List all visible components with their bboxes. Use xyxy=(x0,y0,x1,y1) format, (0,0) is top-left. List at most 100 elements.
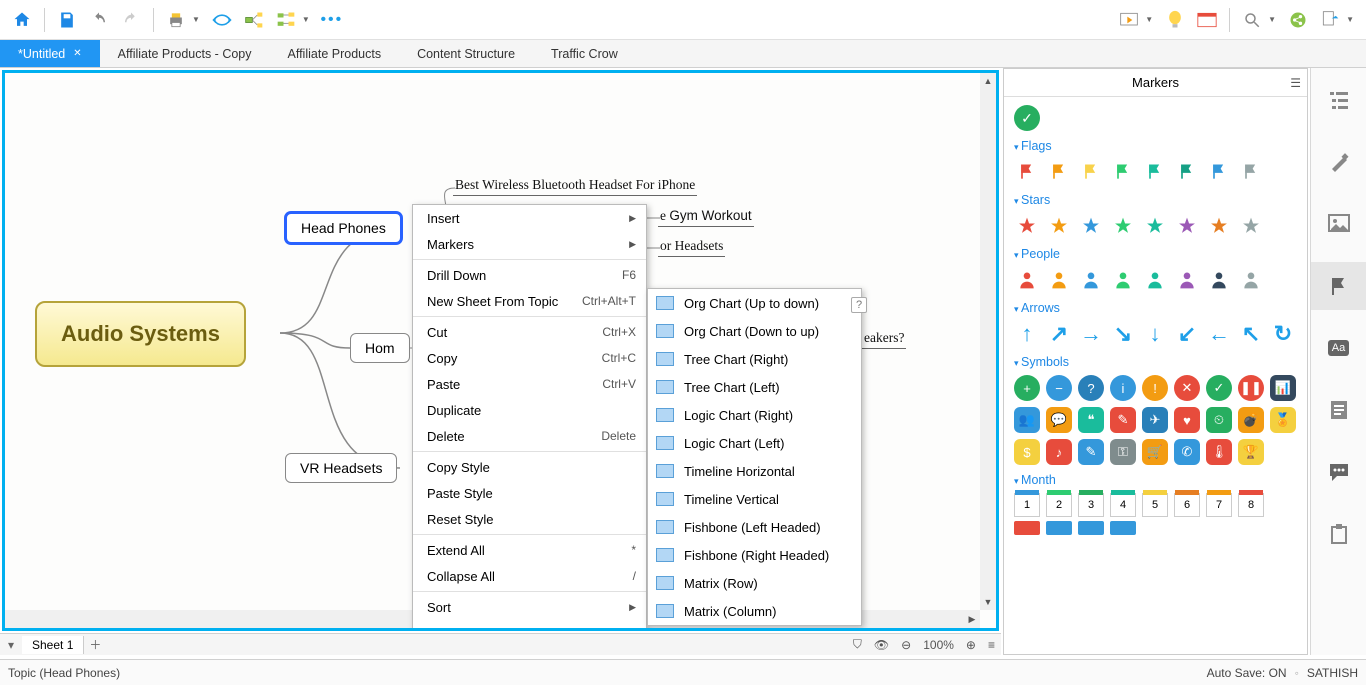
sidetab-outline[interactable] xyxy=(1311,76,1366,124)
section-flags[interactable]: Flags xyxy=(1014,139,1297,153)
print-icon[interactable] xyxy=(162,6,190,34)
help-icon[interactable]: ? xyxy=(851,297,867,313)
marker-symbol[interactable]: 💬 xyxy=(1046,407,1072,433)
marker-star[interactable] xyxy=(1046,213,1072,239)
marker-month-bar[interactable] xyxy=(1110,521,1136,535)
sheet-menu-icon[interactable]: ▾ xyxy=(0,638,22,652)
marker-star[interactable] xyxy=(1206,213,1232,239)
tab-affiliate[interactable]: Affiliate Products xyxy=(270,40,400,67)
tab-traffic-crow[interactable]: Traffic Crow xyxy=(533,40,636,67)
layout1-icon[interactable] xyxy=(240,6,268,34)
tab-content-structure[interactable]: Content Structure xyxy=(399,40,533,67)
ctx-paste[interactable]: PasteCtrl+V xyxy=(413,371,646,397)
marker-arrow[interactable]: ↙ xyxy=(1174,321,1200,347)
marker-star[interactable] xyxy=(1238,213,1264,239)
ctx-copy-style[interactable]: Copy Style xyxy=(413,454,646,480)
node-hometheater[interactable]: Hom xyxy=(350,333,410,363)
section-symbols[interactable]: Symbols xyxy=(1014,355,1297,369)
search-icon[interactable] xyxy=(1238,6,1266,34)
marker-symbol[interactable]: 🌡 xyxy=(1206,439,1232,465)
ctx-delete[interactable]: DeleteDelete xyxy=(413,423,646,449)
marker-arrow[interactable]: ← xyxy=(1206,321,1232,347)
sheet-tab[interactable]: Sheet 1 xyxy=(22,636,84,654)
structure-tree-chart-left-[interactable]: Tree Chart (Left) xyxy=(648,373,861,401)
marker-flag[interactable] xyxy=(1142,159,1168,185)
add-sheet-icon[interactable]: ＋ xyxy=(84,636,106,653)
structure-fishbone-left-headed-[interactable]: Fishbone (Left Headed) xyxy=(648,513,861,541)
marker-symbol[interactable]: ♪ xyxy=(1046,439,1072,465)
panel-settings-icon[interactable]: ☰ xyxy=(1290,76,1301,90)
ctx-sort[interactable]: Sort▶ xyxy=(413,594,646,620)
marker-month[interactable]: 6 xyxy=(1174,493,1200,517)
ctx-insert[interactable]: Insert▶ xyxy=(413,205,646,231)
marker-person[interactable] xyxy=(1174,267,1200,293)
marker-month[interactable]: 1 xyxy=(1014,493,1040,517)
sidetab-markers[interactable] xyxy=(1311,262,1366,310)
marker-symbol[interactable]: $ xyxy=(1014,439,1040,465)
marker-symbol[interactable]: 👥 xyxy=(1014,407,1040,433)
marker-arrow[interactable]: ↗ xyxy=(1046,321,1072,347)
dropdown-icon[interactable]: ▼ xyxy=(302,15,310,24)
subnode[interactable]: e Gym Workout xyxy=(658,206,754,227)
marker-symbol[interactable]: + xyxy=(1014,375,1040,401)
marker-person[interactable] xyxy=(1046,267,1072,293)
marker-flag[interactable] xyxy=(1046,159,1072,185)
zoom-in-icon[interactable]: ⊕ xyxy=(960,638,982,652)
sidetab-font[interactable]: Aa xyxy=(1311,324,1366,372)
marker-symbol[interactable]: − xyxy=(1046,375,1072,401)
marker-person[interactable] xyxy=(1110,267,1136,293)
marker-arrow[interactable]: → xyxy=(1078,321,1104,347)
dropdown-icon[interactable]: ▼ xyxy=(1346,15,1354,24)
marker-symbol[interactable]: ❝ xyxy=(1078,407,1104,433)
marker-symbol[interactable]: ✕ xyxy=(1174,375,1200,401)
structure-fishbone-right-headed-[interactable]: Fishbone (Right Headed) xyxy=(648,541,861,569)
marker-symbol[interactable]: 💣 xyxy=(1238,407,1264,433)
undo-icon[interactable] xyxy=(85,6,113,34)
marker-star[interactable] xyxy=(1174,213,1200,239)
section-arrows[interactable]: Arrows xyxy=(1014,301,1297,315)
marker-flag[interactable] xyxy=(1238,159,1264,185)
marker-symbol[interactable]: ! xyxy=(1142,375,1168,401)
save-icon[interactable] xyxy=(53,6,81,34)
subnode[interactable]: Best Wireless Bluetooth Headset For iPho… xyxy=(453,175,697,196)
ctx-copy[interactable]: CopyCtrl+C xyxy=(413,345,646,371)
sidetab-comments[interactable] xyxy=(1311,448,1366,496)
marker-flag[interactable] xyxy=(1206,159,1232,185)
sidetab-format[interactable] xyxy=(1311,138,1366,186)
ctx-collapse-all[interactable]: Collapse All/ xyxy=(413,563,646,589)
structure-tree-chart-right-[interactable]: Tree Chart (Right) xyxy=(648,345,861,373)
marker-symbol[interactable]: ? xyxy=(1078,375,1104,401)
marker-flag[interactable] xyxy=(1014,159,1040,185)
home-icon[interactable] xyxy=(8,6,36,34)
marker-month[interactable]: 8 xyxy=(1238,493,1264,517)
marker-month[interactable]: 4 xyxy=(1110,493,1136,517)
subnode[interactable]: eakers? xyxy=(862,328,906,349)
marker-symbol[interactable]: i xyxy=(1110,375,1136,401)
marker-person[interactable] xyxy=(1014,267,1040,293)
marker-month[interactable]: 2 xyxy=(1046,493,1072,517)
sidetab-notes[interactable] xyxy=(1311,386,1366,434)
marker-month[interactable]: 7 xyxy=(1206,493,1232,517)
marker-symbol[interactable]: ✎ xyxy=(1078,439,1104,465)
ctx-reset-style[interactable]: Reset Style xyxy=(413,506,646,532)
section-stars[interactable]: Stars xyxy=(1014,193,1297,207)
marker-symbol[interactable]: ♥ xyxy=(1174,407,1200,433)
marker-month-bar[interactable] xyxy=(1046,521,1072,535)
marker-person[interactable] xyxy=(1142,267,1168,293)
marker-arrow[interactable]: ↻ xyxy=(1270,321,1296,347)
tab-untitled[interactable]: *Untitled✕ xyxy=(0,40,100,67)
structure-org-chart-down-to-up-[interactable]: Org Chart (Down to up) xyxy=(648,317,861,345)
export-icon[interactable] xyxy=(1316,6,1344,34)
sidetab-image[interactable] xyxy=(1311,200,1366,248)
marker-arrow[interactable]: ↓ xyxy=(1142,321,1168,347)
dropdown-icon[interactable]: ▼ xyxy=(1145,15,1153,24)
marker-symbol[interactable]: ✈ xyxy=(1142,407,1168,433)
structure-timeline-horizontal[interactable]: Timeline Horizontal xyxy=(648,457,861,485)
vertical-scrollbar[interactable]: ▲▼ xyxy=(980,73,996,610)
marker-month-bar[interactable] xyxy=(1014,521,1040,535)
close-icon[interactable]: ✕ xyxy=(73,48,81,59)
autofit-icon[interactable] xyxy=(208,6,236,34)
marker-symbol[interactable]: 🛒 xyxy=(1142,439,1168,465)
marker-flag[interactable] xyxy=(1174,159,1200,185)
more-icon[interactable]: ••• xyxy=(318,6,346,34)
